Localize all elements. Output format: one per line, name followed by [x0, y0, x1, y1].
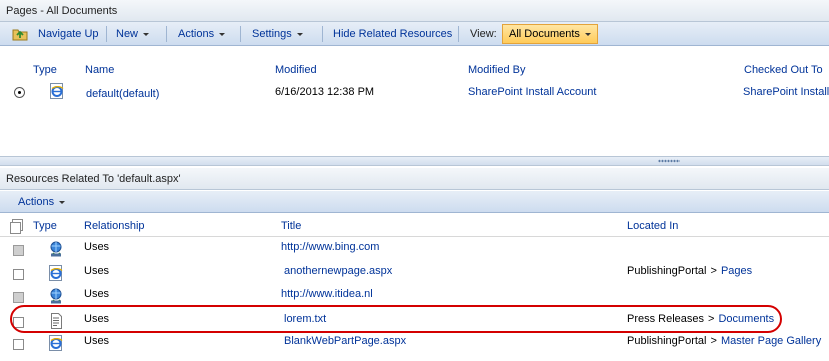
row-checkbox[interactable] [13, 269, 24, 280]
modified-by-link[interactable]: SharePoint Install Account [468, 84, 596, 100]
row-checkbox[interactable] [13, 292, 24, 303]
row-checkbox[interactable] [13, 317, 24, 328]
related-pane-title: Resources Related To 'default.aspx' [0, 168, 829, 190]
new-menu-label: New [116, 28, 139, 40]
resource-title-link[interactable]: lorem.txt [284, 311, 326, 327]
toolbar-separator [240, 26, 241, 42]
resource-title-link[interactable]: http://www.bing.com [281, 239, 379, 255]
hide-related-resources-button[interactable]: Hide Related Resources [333, 22, 452, 46]
resource-title-link[interactable]: anothernewpage.aspx [284, 263, 392, 279]
toolbar-separator [166, 26, 167, 42]
pane-splitter[interactable] [0, 156, 829, 166]
page-name-link[interactable]: default(default) [86, 86, 159, 102]
related-pane-title-text: Resources Related To 'default.aspx' [6, 173, 181, 185]
column-header-type[interactable]: Type [33, 217, 57, 235]
navigate-up-button[interactable]: Navigate Up [38, 22, 99, 46]
relationship-text: Uses [84, 241, 110, 253]
settings-menu-button[interactable]: Settings [252, 22, 303, 46]
select-all-icon[interactable] [9, 219, 25, 235]
view-select[interactable]: All Documents [502, 24, 598, 44]
column-header-relationship[interactable]: Relationship [84, 217, 145, 235]
toolbar-separator [106, 26, 107, 42]
web-link-icon [48, 288, 64, 304]
location-list-link[interactable]: Master Page Gallery [721, 335, 821, 347]
column-header-modified-by[interactable]: Modified By [468, 61, 525, 79]
chevron-down-icon [143, 32, 150, 36]
ie-page-icon [48, 265, 64, 281]
resource-title-link[interactable]: http://www.itidea.nl [281, 286, 373, 302]
settings-menu-label: Settings [252, 28, 292, 40]
location-site: Press Releases [627, 313, 705, 325]
navigate-up-icon[interactable] [12, 26, 28, 42]
located-in: PublishingPortal > Master Page Gallery [627, 333, 821, 349]
column-header-modified[interactable]: Modified [275, 61, 317, 79]
relationship-text: Uses [84, 335, 110, 347]
column-header-title[interactable]: Title [281, 217, 301, 235]
location-separator: > [708, 313, 715, 325]
row-checkbox[interactable] [13, 245, 24, 256]
relationship-text: Uses [84, 265, 110, 277]
column-header-name[interactable]: Name [85, 61, 114, 79]
related-toolbar: Actions [0, 191, 829, 213]
location-list-link[interactable]: Pages [721, 265, 752, 277]
related-column-headers: Type Relationship Title Located In [0, 217, 829, 237]
pages-toolbar: Navigate Up New Actions Settings Hide Re… [0, 22, 829, 46]
toolbar-separator [322, 26, 323, 42]
column-header-type[interactable]: Type [33, 61, 57, 79]
chevron-down-icon [296, 32, 303, 36]
text-file-icon [48, 313, 64, 329]
toolbar-separator [458, 26, 459, 42]
chevron-down-icon [59, 200, 66, 204]
location-site: PublishingPortal [627, 265, 707, 277]
pages-pane-title-text: Pages - All Documents [6, 5, 118, 17]
located-in: PublishingPortal > Pages [627, 263, 752, 279]
pages-pane-title: Pages - All Documents [0, 0, 829, 22]
row-checkbox[interactable] [13, 339, 24, 350]
related-actions-label: Actions [18, 196, 55, 208]
ie-page-icon [48, 335, 64, 351]
view-select-value: All Documents [509, 28, 580, 40]
located-in: Press Releases > Documents [627, 311, 774, 327]
located-in [627, 286, 635, 302]
ie-page-icon [49, 83, 65, 99]
checked-out-to-link[interactable]: SharePoint Install [743, 84, 829, 100]
location-site: PublishingPortal [627, 335, 707, 347]
row-select-radio[interactable] [14, 87, 25, 98]
chevron-down-icon [584, 32, 591, 36]
located-in [627, 239, 635, 255]
chevron-down-icon [219, 32, 226, 36]
location-list-link[interactable]: Documents [718, 313, 774, 325]
actions-menu-button[interactable]: Actions [178, 22, 226, 46]
actions-menu-label: Actions [178, 28, 215, 40]
resource-title-link[interactable]: BlankWebPartPage.aspx [284, 333, 406, 349]
location-separator: > [710, 335, 717, 347]
splitter-grip-icon[interactable] [658, 159, 680, 163]
web-link-icon [48, 241, 64, 257]
location-separator: > [710, 265, 717, 277]
relationship-text: Uses [84, 288, 110, 300]
new-menu-button[interactable]: New [116, 22, 150, 46]
modified-date: 6/16/2013 12:38 PM [275, 86, 375, 98]
view-label: View: [470, 28, 497, 40]
column-header-located-in[interactable]: Located In [627, 217, 678, 235]
relationship-text: Uses [84, 313, 110, 325]
column-header-checked-out-to[interactable]: Checked Out To [744, 61, 823, 79]
related-actions-menu-button[interactable]: Actions [18, 191, 66, 213]
